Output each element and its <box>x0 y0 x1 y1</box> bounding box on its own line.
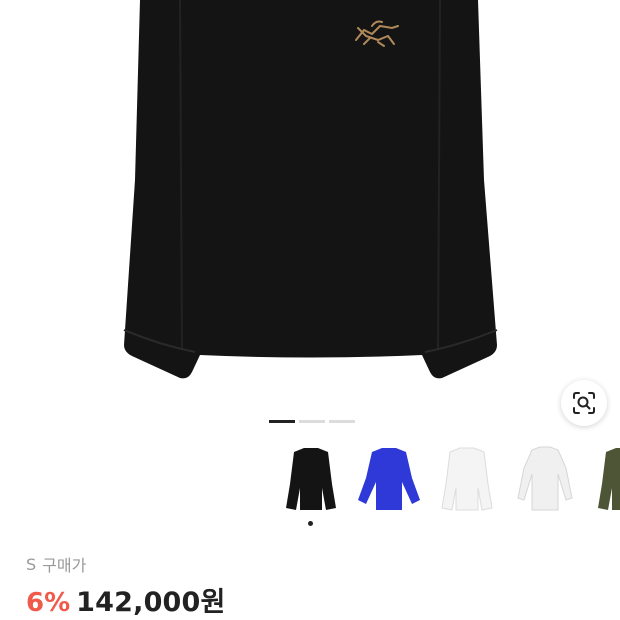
thumbnail-white[interactable] <box>436 438 498 518</box>
discount-rate: 6% <box>26 588 71 618</box>
pager-dot[interactable] <box>329 420 355 423</box>
sweatshirt-image <box>123 0 498 379</box>
pager-dot[interactable] <box>299 420 325 423</box>
image-search-icon <box>573 392 595 414</box>
thumbnail-blue[interactable] <box>358 438 420 518</box>
color-thumbnails <box>280 438 620 528</box>
price-value: 142,000원 <box>76 587 226 618</box>
thumbnail-white-longsleeve[interactable] <box>514 438 576 518</box>
gallery-pager <box>269 420 355 423</box>
product-hero-image[interactable] <box>0 0 620 405</box>
price-label-row: S 구매가 <box>26 552 86 576</box>
thumbnail-olive[interactable] <box>592 438 620 518</box>
price-type-label: 구매가 <box>42 556 87 575</box>
price-row: 6% 142,000원 <box>26 580 226 619</box>
image-search-button[interactable] <box>561 380 607 426</box>
pager-dot-active[interactable] <box>269 420 295 423</box>
thumbnail-black[interactable] <box>280 438 342 518</box>
size-label: S <box>26 554 37 574</box>
selected-thumbnail-indicator <box>308 521 313 526</box>
